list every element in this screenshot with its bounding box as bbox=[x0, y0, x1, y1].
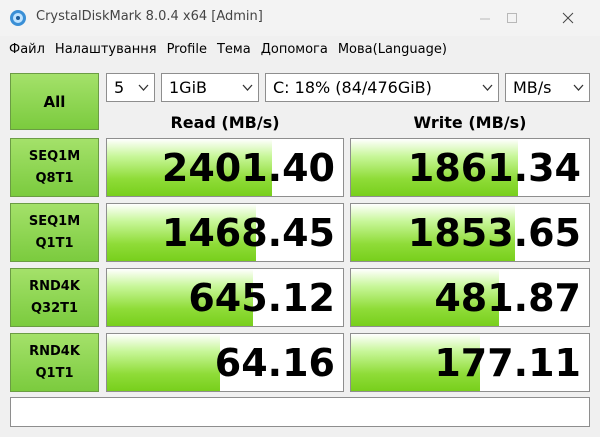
read-result-cell: 1468.45 bbox=[106, 203, 344, 262]
test-count-value: 5 bbox=[114, 78, 125, 97]
test-name: SEQ1M bbox=[28, 148, 81, 164]
write-value: 1861.34 bbox=[407, 146, 581, 190]
read-result-cell: 64.16 bbox=[106, 333, 344, 392]
chevron-down-icon bbox=[482, 84, 493, 91]
test-size-select[interactable]: 1GiB bbox=[161, 73, 259, 102]
menu-theme[interactable]: Тема bbox=[212, 38, 256, 62]
write-result-cell: 1853.65 bbox=[350, 203, 590, 262]
maximize-icon bbox=[506, 12, 517, 23]
read-result-cell: 2401.40 bbox=[106, 138, 344, 197]
test-name: RND4K bbox=[29, 343, 80, 359]
menu-profile[interactable]: Profile bbox=[162, 38, 212, 62]
write-result-cell: 1861.34 bbox=[350, 138, 590, 197]
test-button-3[interactable]: RND4K Q1T1 bbox=[10, 333, 99, 392]
menu-language[interactable]: Мова(Language) bbox=[333, 38, 452, 62]
test-button-1[interactable]: SEQ1M Q1T1 bbox=[10, 203, 99, 262]
write-value: 481.87 bbox=[434, 276, 581, 320]
read-value: 645.12 bbox=[188, 276, 335, 320]
chevron-down-icon bbox=[242, 84, 253, 91]
test-params: Q1T1 bbox=[35, 365, 74, 381]
unit-value: MB/s bbox=[513, 78, 552, 97]
read-value: 2401.40 bbox=[161, 146, 335, 190]
all-button-label: All bbox=[43, 92, 66, 111]
write-value: 1853.65 bbox=[407, 211, 581, 255]
drive-value: C: 18% (84/476GiB) bbox=[273, 78, 432, 97]
write-result-cell: 481.87 bbox=[350, 268, 590, 327]
test-button-2[interactable]: RND4K Q32T1 bbox=[10, 268, 99, 327]
write-result-cell: 177.11 bbox=[350, 333, 590, 392]
read-value: 64.16 bbox=[214, 341, 335, 385]
write-header: Write (MB/s) bbox=[413, 113, 527, 132]
window-title: CrystalDiskMark 8.0.4 x64 [Admin] bbox=[36, 9, 263, 24]
menu-file[interactable]: Файл bbox=[4, 38, 50, 62]
menu-settings[interactable]: Налаштування bbox=[50, 38, 162, 62]
app-icon bbox=[10, 10, 26, 26]
test-count-select[interactable]: 5 bbox=[106, 73, 155, 102]
read-value: 1468.45 bbox=[161, 211, 335, 255]
chevron-down-icon bbox=[138, 84, 149, 91]
maximize-button[interactable] bbox=[489, 0, 535, 36]
write-value: 177.11 bbox=[434, 341, 581, 385]
close-icon bbox=[562, 12, 574, 24]
menu-help[interactable]: Допомога bbox=[256, 38, 333, 62]
read-header: Read (MB/s) bbox=[170, 113, 280, 132]
test-name: SEQ1M bbox=[28, 213, 81, 229]
test-params: Q1T1 bbox=[35, 235, 74, 251]
title-bar: CrystalDiskMark 8.0.4 x64 [Admin] bbox=[0, 0, 600, 36]
all-button[interactable]: All bbox=[10, 73, 99, 130]
test-params: Q32T1 bbox=[30, 300, 79, 316]
read-result-cell: 645.12 bbox=[106, 268, 344, 327]
test-name: RND4K bbox=[29, 278, 80, 294]
close-button[interactable] bbox=[545, 0, 591, 36]
menu-bar: Файл Налаштування Profile Тема Допомога … bbox=[0, 38, 600, 62]
test-size-value: 1GiB bbox=[169, 78, 207, 97]
comment-input[interactable] bbox=[10, 397, 590, 427]
test-button-0[interactable]: SEQ1M Q8T1 bbox=[10, 138, 99, 197]
chevron-down-icon bbox=[573, 84, 584, 91]
test-params: Q8T1 bbox=[35, 170, 74, 186]
drive-select[interactable]: C: 18% (84/476GiB) bbox=[265, 73, 499, 102]
read-progress-bar bbox=[107, 334, 221, 391]
unit-select[interactable]: MB/s bbox=[505, 73, 590, 102]
